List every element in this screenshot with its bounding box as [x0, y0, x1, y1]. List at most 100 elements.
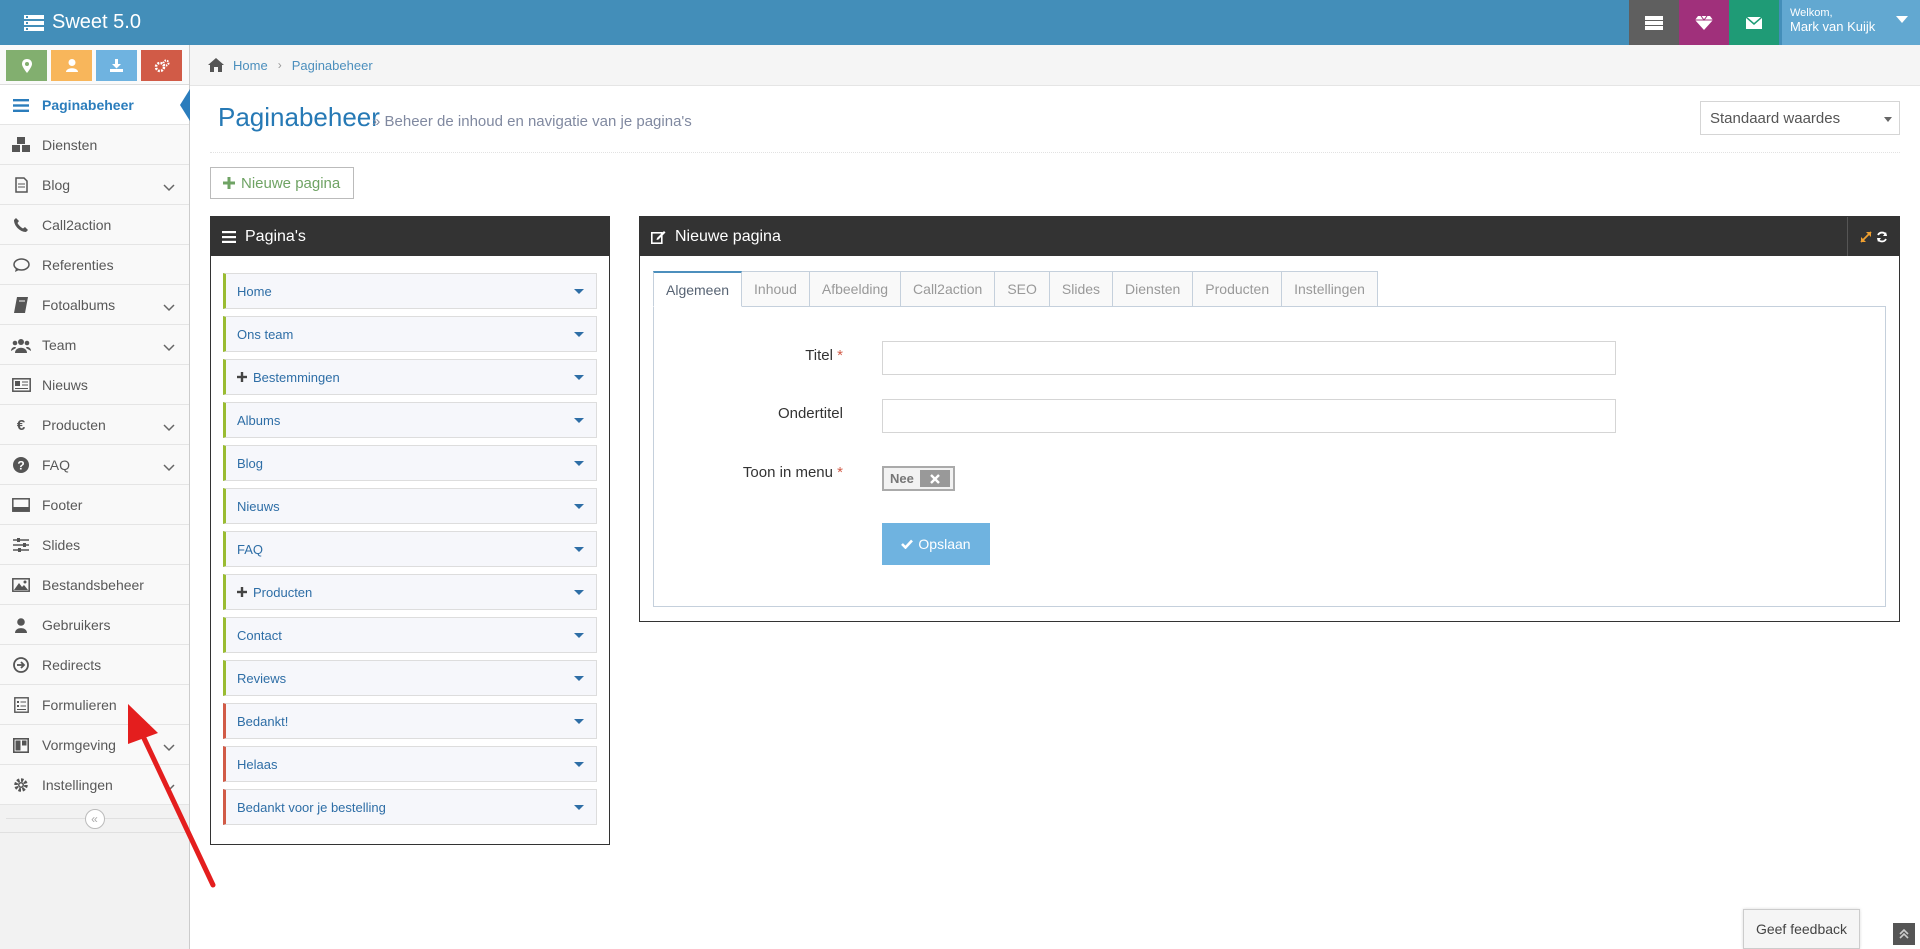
sidebar-item-fotoalbums[interactable]: Fotoalbums	[0, 285, 189, 325]
sidebar: Paginabeheer Diensten Blog Call2action Refer…	[0, 45, 190, 949]
page-tree-item[interactable]: Helaas	[223, 746, 597, 782]
caret-down-icon[interactable]	[574, 461, 584, 466]
sidebar-item-faq[interactable]: ? FAQ	[0, 445, 189, 485]
page-tree-item[interactable]: Bestemmingen	[223, 359, 597, 395]
sidebar-shortcuts	[0, 45, 189, 85]
arrow-circle-icon	[11, 656, 31, 674]
sidebar-item-redirects[interactable]: Redirects	[0, 645, 189, 685]
sidebar-item-gebruikers[interactable]: Gebruikers	[0, 605, 189, 645]
page-tree-item[interactable]: Home	[223, 273, 597, 309]
sidebar-menu: Paginabeheer Diensten Blog Call2action Refer…	[0, 85, 190, 805]
cogs-icon	[154, 59, 169, 72]
sidebar-item-label: Diensten	[42, 136, 98, 153]
breadcrumb-separator-icon: ›	[277, 58, 282, 72]
user-menu[interactable]: Welkom, Mark van Kuijk	[1782, 0, 1920, 45]
tab-diensten[interactable]: Diensten	[1112, 271, 1194, 307]
caret-down-icon	[1896, 16, 1908, 23]
user-icon	[11, 616, 31, 634]
caret-down-icon[interactable]	[574, 375, 584, 380]
tab-content-algemeen: Titel * Ondertitel Toon in menu * Nee Op…	[653, 306, 1886, 607]
page-tree-item[interactable]: Bedankt voor je bestelling	[223, 789, 597, 825]
caret-down-icon[interactable]	[574, 762, 584, 767]
tab-slides[interactable]: Slides	[1048, 271, 1114, 307]
caret-down-icon[interactable]	[574, 590, 584, 595]
sidebar-item-blog[interactable]: Blog	[0, 165, 189, 205]
sidebar-item-footer[interactable]: Footer	[0, 485, 189, 525]
sidebar-item-referenties[interactable]: Referenties	[0, 245, 189, 285]
shortcut-location-button[interactable]	[6, 50, 47, 81]
caret-down-icon[interactable]	[574, 676, 584, 681]
breadcrumb-home-link[interactable]: Home	[233, 58, 268, 73]
sidebar-collapse-button[interactable]: «	[84, 808, 105, 829]
caret-down-icon[interactable]	[574, 805, 584, 810]
page-tree-item[interactable]: Bedankt!	[223, 703, 597, 739]
app-brand[interactable]: Sweet 5.0	[24, 0, 141, 45]
page-tree-item[interactable]: Nieuws	[223, 488, 597, 524]
sidebar-item-instellingen[interactable]: Instellingen	[0, 765, 189, 805]
page-tree-item[interactable]: Reviews	[223, 660, 597, 696]
page-tree-item[interactable]: Blog	[223, 445, 597, 481]
chevron-down-icon	[163, 459, 175, 475]
tab-algemeen[interactable]: Algemeen	[653, 271, 743, 307]
page-tree-item[interactable]: Producten	[223, 574, 597, 610]
title-input[interactable]	[882, 341, 1616, 375]
server-button[interactable]	[1629, 0, 1679, 45]
chevron-down-icon	[163, 179, 175, 195]
sidebar-item-producten[interactable]: € Producten	[0, 405, 189, 445]
sidebar-item-team[interactable]: Team	[0, 325, 189, 365]
sidebar-item-paginabeheer[interactable]: Paginabeheer	[0, 85, 190, 125]
new-page-button[interactable]: Nieuwe pagina	[210, 167, 354, 199]
sidebar-item-formulieren[interactable]: Formulieren	[0, 685, 189, 725]
sidebar-item-bestandsbeheer[interactable]: Bestandsbeheer	[0, 565, 189, 605]
refresh-icon[interactable]	[1876, 231, 1888, 243]
shortcut-user-button[interactable]	[51, 50, 92, 81]
tab-afbeelding[interactable]: Afbeelding	[808, 271, 902, 307]
caret-down-icon[interactable]	[574, 289, 584, 294]
shortcut-download-button[interactable]	[96, 50, 137, 81]
pages-panel: Pagina's Home Ons team Bestemmingen Albums B…	[210, 216, 610, 845]
page-tree-item[interactable]: Ons team	[223, 316, 597, 352]
tab-producten[interactable]: Producten	[1192, 271, 1283, 307]
page-tree-item[interactable]: Contact	[223, 617, 597, 653]
caret-down-icon[interactable]	[574, 719, 584, 724]
sidebar-item-nieuws[interactable]: Nieuws	[0, 365, 189, 405]
caret-down-icon[interactable]	[574, 418, 584, 423]
shortcut-settings-button[interactable]	[141, 50, 182, 81]
save-button[interactable]: Opslaan	[882, 523, 990, 565]
plus-icon[interactable]	[237, 587, 247, 597]
tab-instellingen[interactable]: Instellingen	[1281, 271, 1378, 307]
page-tree-item[interactable]: Albums	[223, 402, 597, 438]
breadcrumb-current[interactable]: Paginabeheer	[292, 58, 373, 73]
expand-icon[interactable]	[1859, 230, 1872, 243]
feedback-button[interactable]: Geef feedback	[1743, 909, 1860, 949]
page-tree-item[interactable]: FAQ	[223, 531, 597, 567]
caret-down-icon[interactable]	[574, 332, 584, 337]
tab-seo[interactable]: SEO	[994, 271, 1050, 307]
scroll-to-top-button[interactable]	[1893, 923, 1915, 945]
cubes-icon	[11, 136, 31, 154]
caret-down-icon[interactable]	[574, 504, 584, 509]
messages-button[interactable]	[1729, 0, 1779, 45]
caret-down-icon[interactable]	[574, 633, 584, 638]
sidebar-item-label: Bestandsbeheer	[42, 576, 144, 593]
server-icon	[1645, 15, 1663, 30]
plus-icon[interactable]	[237, 372, 247, 382]
tab-call2action[interactable]: Call2action	[900, 271, 996, 307]
sidebar-item-slides[interactable]: Slides	[0, 525, 189, 565]
show-in-menu-toggle[interactable]: Nee	[882, 466, 955, 491]
chevron-down-icon	[163, 739, 175, 755]
caret-down-icon[interactable]	[574, 547, 584, 552]
new-page-panel: Nieuwe pagina Algemeen Inhoud Afbeelding Ca…	[639, 216, 1900, 622]
diamond-button[interactable]	[1679, 0, 1729, 45]
diamond-icon	[1695, 15, 1713, 30]
user-icon	[65, 59, 78, 72]
defaults-select[interactable]: Standaard waardes	[1700, 101, 1900, 135]
subtitle-input[interactable]	[882, 399, 1616, 433]
sidebar-item-call2action[interactable]: Call2action	[0, 205, 189, 245]
tab-inhoud[interactable]: Inhoud	[741, 271, 810, 307]
page-tree-item-label: Producten	[253, 584, 313, 600]
sidebar-item-vormgeving[interactable]: Vormgeving	[0, 725, 189, 765]
sidebar-item-label: Formulieren	[42, 696, 117, 713]
sidebar-item-diensten[interactable]: Diensten	[0, 125, 189, 165]
phone-icon	[11, 216, 31, 234]
